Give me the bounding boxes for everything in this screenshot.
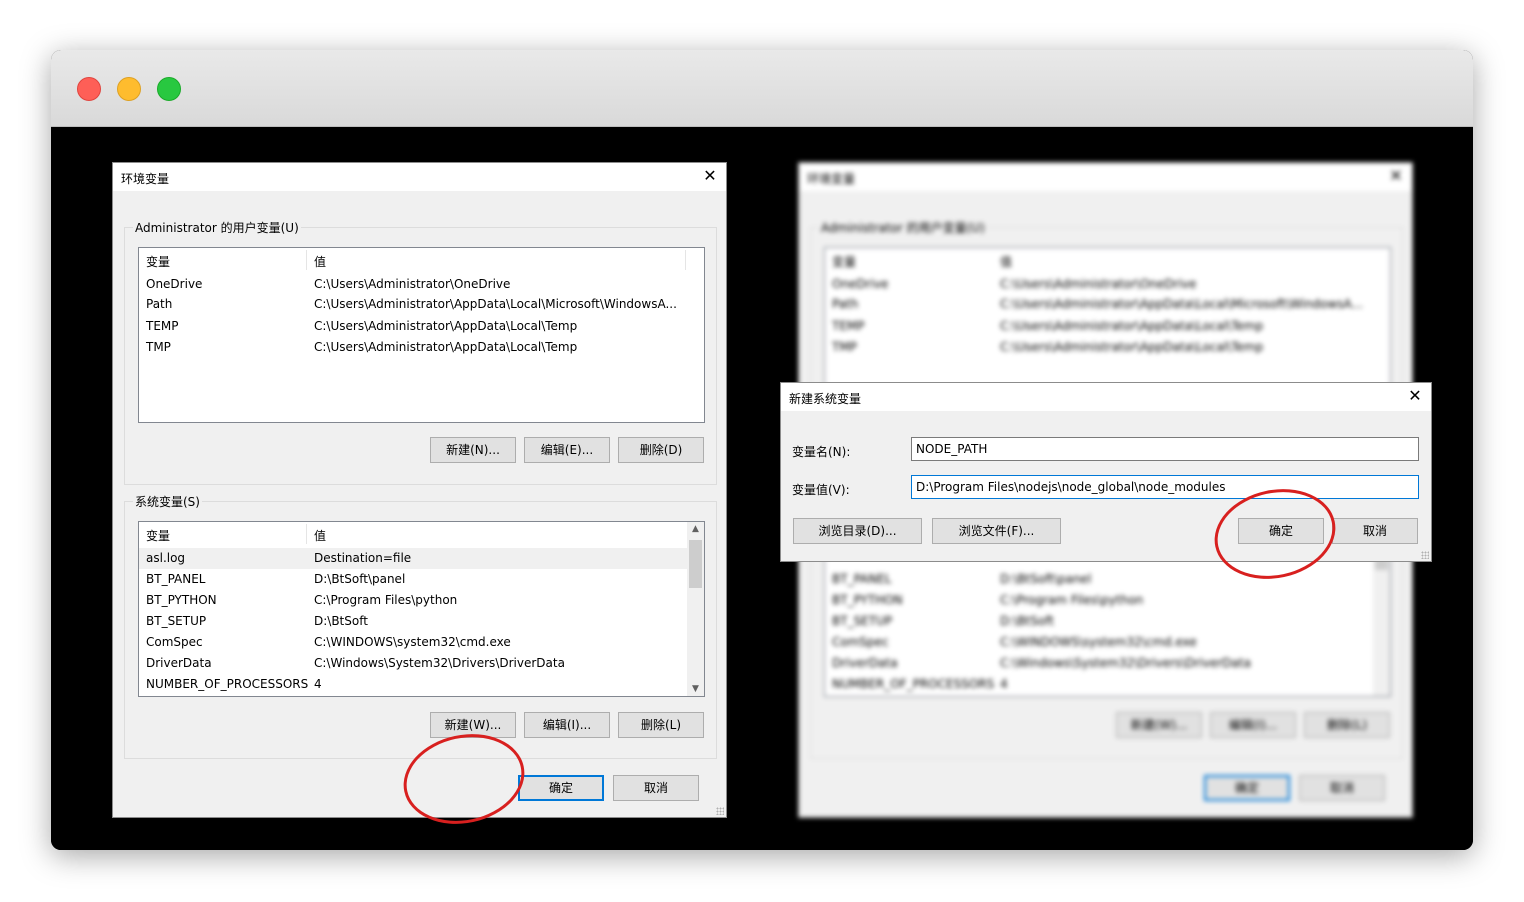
- table-row[interactable]: Path C:\Users\Administrator\AppData\Local…: [139, 294, 704, 315]
- dialog-titlebar: 新建系统变量 ✕: [781, 383, 1431, 411]
- dialog-title: 新建系统变量: [789, 392, 862, 406]
- cancel-button[interactable]: 取消: [1332, 518, 1418, 544]
- minimize-window-button[interactable]: [117, 77, 141, 101]
- user-variables-list[interactable]: 变量 值 OneDrive C:\Users\Administrator\OneD…: [138, 247, 705, 423]
- close-icon: ✕: [1389, 166, 1403, 185]
- variable-name-label: 变量名(N):: [792, 445, 851, 459]
- user-variables-label: Administrator 的用户变量(U): [133, 219, 301, 236]
- table-row: BT_SETUP D:\BtSoft: [832, 614, 1054, 628]
- user-variables-group: Administrator 的用户变量(U) 变量 值 OneDrive C:\U…: [124, 219, 717, 485]
- table-row: BT_PYTHON C:\Program Files\python: [832, 593, 1144, 607]
- resize-grip-icon[interactable]: [716, 807, 724, 815]
- user-new-button[interactable]: 新建(N)...: [430, 437, 516, 463]
- scroll-down-icon[interactable]: ▼: [687, 684, 704, 694]
- table-row[interactable]: NUMBER_OF_PROCESSORS 4: [139, 674, 687, 695]
- table-row[interactable]: BT_PYTHON C:\Program Files\python: [139, 590, 687, 611]
- system-variables-label: 系统变量(S): [133, 493, 202, 510]
- table-row[interactable]: DriverData C:\Windows\System32\Drivers\Dr…: [139, 653, 687, 674]
- system-variables-list[interactable]: 变量 值 asl.log Destination=file BT_PANEL D:\…: [138, 521, 705, 697]
- column-header-value[interactable]: 值: [314, 527, 326, 544]
- app-window: 环境变量 ✕ Administrator 的用户变量(U) 变量 值 OneDr…: [51, 50, 1473, 850]
- column-header-value[interactable]: 值: [314, 253, 326, 270]
- column-header-variable[interactable]: 变量: [146, 253, 170, 270]
- scrollbar-thumb[interactable]: [689, 540, 702, 588]
- window-titlebar: [51, 50, 1473, 127]
- table-row: TEMP C:\Users\Administrator\AppData\Local…: [832, 319, 1264, 333]
- list-header: 变量 值: [139, 248, 704, 272]
- user-delete-button[interactable]: 删除(D): [618, 437, 704, 463]
- variable-name-input[interactable]: NODE_PATH: [911, 437, 1419, 461]
- table-row[interactable]: asl.log Destination=file: [139, 548, 687, 569]
- env-variables-dialog: 环境变量 ✕ Administrator 的用户变量(U) 变量 值 OneDr…: [112, 162, 727, 818]
- scroll-up-icon[interactable]: ▲: [687, 524, 704, 534]
- table-row[interactable]: TEMP C:\Users\Administrator\AppData\Local…: [139, 316, 704, 337]
- table-row: TMP C:\Users\Administrator\AppData\Local\…: [832, 340, 1264, 354]
- cancel-button[interactable]: 取消: [613, 775, 699, 801]
- close-icon[interactable]: ✕: [700, 166, 720, 185]
- column-header-variable[interactable]: 变量: [146, 527, 170, 544]
- close-icon[interactable]: ✕: [1405, 386, 1425, 405]
- list-header: 变量 值: [139, 522, 704, 546]
- dialog-title: 环境变量: [121, 172, 170, 186]
- table-row: BT_PANEL D:\BtSoft\panel: [832, 572, 1092, 586]
- table-row: OneDrive C:\Users\Administrator\OneDrive: [832, 277, 1197, 291]
- table-row: Path C:\Users\Administrator\AppData\Local…: [832, 297, 1363, 311]
- table-row[interactable]: BT_PANEL D:\BtSoft\panel: [139, 569, 687, 590]
- resize-grip-icon[interactable]: [1421, 551, 1429, 559]
- table-row[interactable]: BT_SETUP D:\BtSoft: [139, 611, 687, 632]
- table-row[interactable]: OneDrive C:\Users\Administrator\OneDrive: [139, 274, 704, 295]
- table-row: DriverData C:\Windows\System32\Drivers\Dr…: [832, 656, 1251, 670]
- ok-button[interactable]: 确定: [518, 775, 604, 801]
- system-delete-button[interactable]: 删除(L): [618, 712, 704, 738]
- system-variables-group: 系统变量(S) 变量 值 asl.log Destination=file BT_…: [124, 493, 717, 759]
- system-list-scrollbar[interactable]: ▲ ▼: [687, 522, 704, 696]
- user-edit-button[interactable]: 编辑(E)...: [524, 437, 610, 463]
- table-row[interactable]: TMP C:\Users\Administrator\AppData\Local\…: [139, 337, 704, 358]
- browse-file-button[interactable]: 浏览文件(F)...: [932, 518, 1061, 544]
- variable-value-label: 变量值(V):: [792, 483, 850, 497]
- system-edit-button[interactable]: 编辑(I)...: [524, 712, 610, 738]
- table-row[interactable]: ComSpec C:\WINDOWS\system32\cmd.exe: [139, 632, 687, 653]
- browse-directory-button[interactable]: 浏览目录(D)...: [793, 518, 922, 544]
- table-row: NUMBER_OF_PROCESSORS 4: [832, 677, 1008, 691]
- screenshot-content: 环境变量 ✕ Administrator 的用户变量(U) 变量 值 OneDr…: [51, 127, 1473, 850]
- close-window-button[interactable]: [77, 77, 101, 101]
- variable-value-input[interactable]: D:\Program Files\nodejs\node_global\node…: [911, 475, 1419, 499]
- dialog-titlebar: 环境变量 ✕: [113, 163, 726, 191]
- table-row: ComSpec C:\WINDOWS\system32\cmd.exe: [832, 635, 1197, 649]
- zoom-window-button[interactable]: [157, 77, 181, 101]
